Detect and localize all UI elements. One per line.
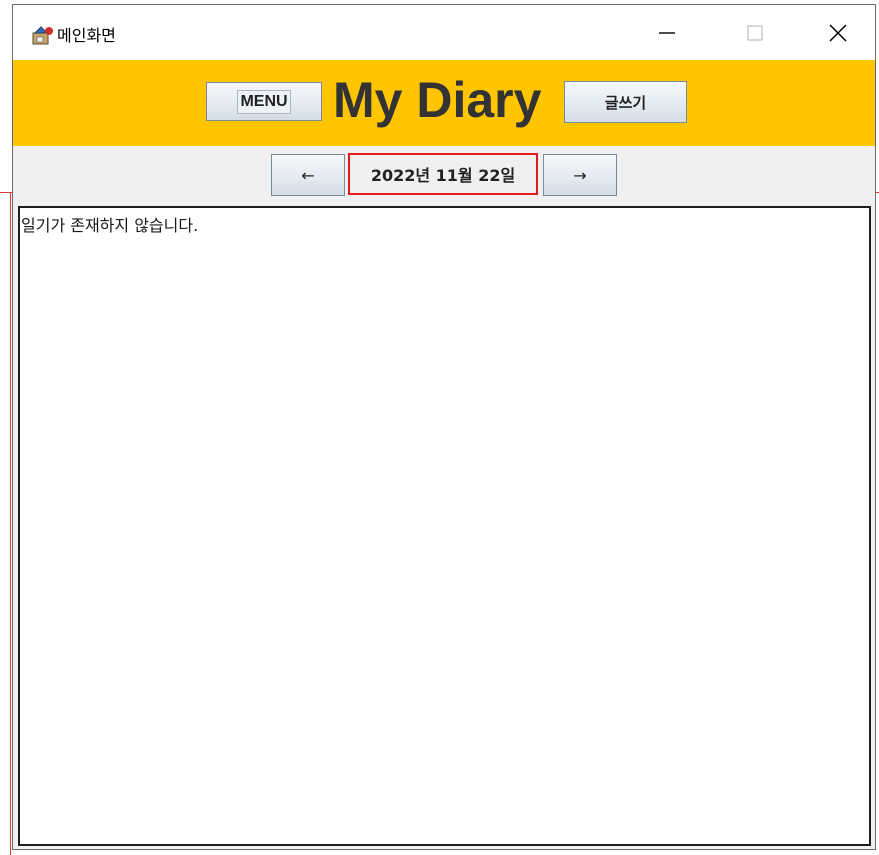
empty-diary-message: 일기가 존재하지 않습니다. (21, 216, 199, 235)
close-icon (829, 23, 847, 42)
maximize-button[interactable] (727, 5, 783, 60)
close-button[interactable] (810, 5, 866, 60)
red-guide-line-vertical (10, 192, 11, 855)
menu-button[interactable]: MENU (206, 82, 322, 121)
title-bar[interactable]: 메인화면 (13, 5, 875, 60)
window-title: 메인화면 (57, 26, 116, 45)
main-window: 메인화면 MENU My Diary 글쓰기 ← 2022년 11월 22일 → (12, 4, 876, 850)
menu-button-label: MENU (237, 89, 291, 114)
date-navigation: ← 2022년 11월 22일 → (13, 146, 875, 199)
app-title: My Diary (333, 72, 542, 128)
header-band: MENU My Diary 글쓰기 (13, 60, 875, 146)
java-app-icon (32, 24, 54, 46)
previous-day-button[interactable]: ← (271, 154, 345, 196)
minimize-icon (659, 31, 675, 34)
write-button[interactable]: 글쓰기 (564, 81, 687, 123)
diary-content-area[interactable]: 일기가 존재하지 않습니다. (18, 206, 871, 846)
next-day-button[interactable]: → (543, 154, 617, 196)
maximize-icon (747, 24, 763, 41)
minimize-button[interactable] (639, 5, 695, 60)
current-date-label: 2022년 11월 22일 (348, 153, 538, 195)
